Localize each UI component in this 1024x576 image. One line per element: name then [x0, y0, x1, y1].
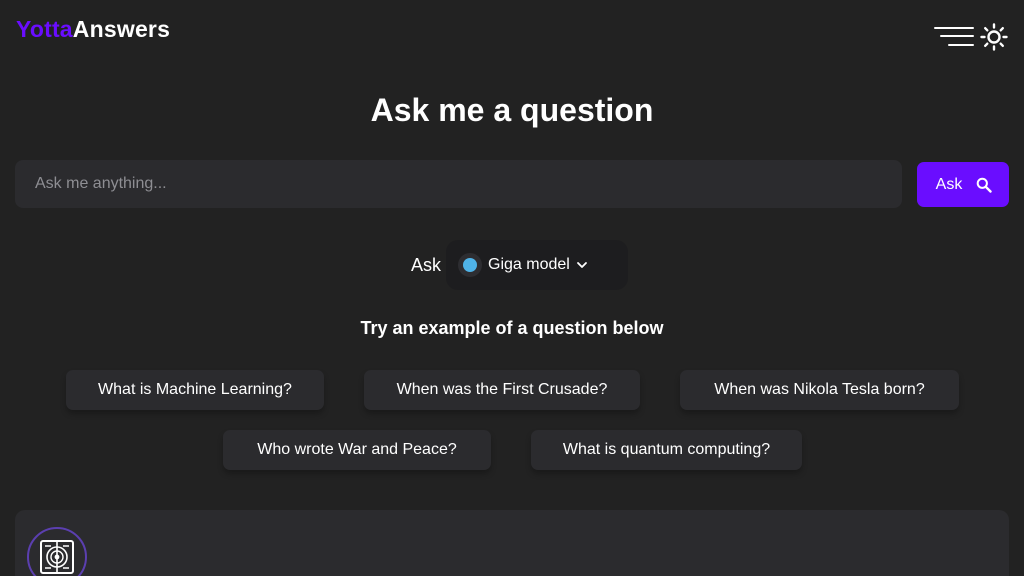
examples-title: Try an example of a question below: [360, 318, 664, 338]
page: YottaAnswers Ask me a question Ask me an…: [0, 0, 1024, 576]
brand-logo-part1: Yotta: [16, 16, 73, 42]
answer-card: [15, 510, 1009, 576]
model-indicator-dot: [458, 253, 482, 277]
example-question-chip[interactable]: What is quantum computing?: [531, 430, 802, 470]
chevron-down-icon: [576, 259, 588, 271]
labyrinth-book-icon: [27, 527, 87, 576]
brand-logo[interactable]: YottaAnswers: [16, 16, 170, 43]
ask-button[interactable]: Ask: [917, 162, 1009, 207]
model-selector[interactable]: Giga model: [446, 240, 628, 290]
example-question-chip[interactable]: Who wrote War and Peace?: [223, 430, 491, 470]
search-input[interactable]: [15, 160, 902, 208]
example-question-chip[interactable]: When was Nikola Tesla born?: [680, 370, 959, 410]
example-question-chip[interactable]: When was the First Crusade?: [364, 370, 640, 410]
model-prefix-label: Ask: [411, 255, 442, 275]
hamburger-menu-icon[interactable]: [934, 26, 974, 48]
page-title: Ask me a question: [370, 92, 654, 128]
brand-logo-part2: Answers: [72, 16, 171, 42]
sun-icon[interactable]: [980, 23, 1008, 51]
model-selected-label: Giga model: [488, 256, 570, 273]
search-icon: [976, 177, 993, 193]
ask-button-label: Ask: [935, 175, 963, 193]
example-question-chip[interactable]: What is Machine Learning?: [66, 370, 324, 410]
